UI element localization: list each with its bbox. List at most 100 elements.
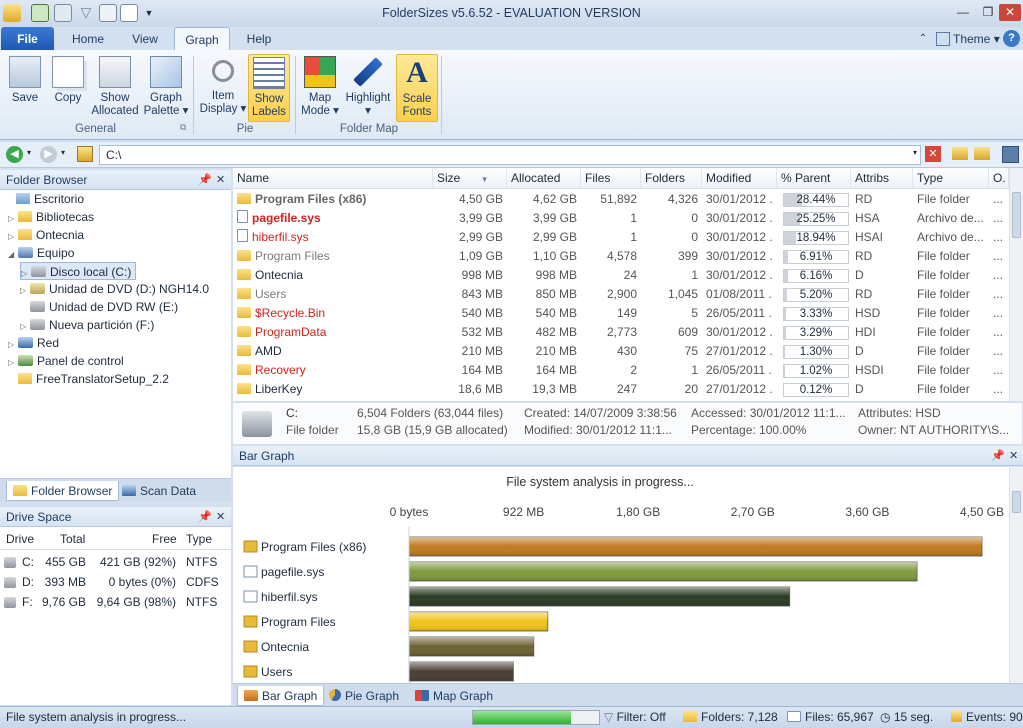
help-icon[interactable]: ?	[1003, 30, 1020, 47]
tab-folder-browser[interactable]: Folder Browser	[6, 481, 120, 501]
folder-icon	[237, 345, 251, 356]
drive-row[interactable]: C: 455 GB 421 GB (92%) NTFS	[0, 553, 231, 571]
drive-free: 9,64 GB (98%)	[96, 595, 176, 609]
col-drive[interactable]: Drive	[6, 530, 34, 548]
show-labels-button[interactable]: Show Labels	[248, 54, 290, 122]
tree-node-red[interactable]: ▷ Red	[8, 334, 59, 352]
drive-row[interactable]: D: 393 MB 0 bytes (0%) CDFS	[0, 573, 231, 591]
col-header-name[interactable]: Name	[233, 168, 433, 189]
events-count[interactable]: Events: 90	[951, 707, 1023, 728]
tab-scan-data[interactable]: Scan Data	[116, 481, 202, 501]
col-header-o[interactable]: O.	[989, 168, 1009, 189]
cell-size: 210 MB	[461, 344, 503, 358]
tree-node-dvd-e[interactable]: Unidad de DVD RW (E:)	[20, 298, 178, 316]
table-row[interactable]: ProgramData 532 MB 482 MB 2,773 609 30/01/201…	[233, 323, 1009, 342]
cell-files: 51,892	[600, 192, 637, 206]
tree-node-freetranslator[interactable]: FreeTranslatorSetup_2.2	[8, 370, 169, 388]
show-allocated-button[interactable]: Show Allocated	[89, 54, 141, 122]
back-icon[interactable]: ◀	[6, 146, 23, 163]
path-dropdown-icon[interactable]: ▾	[913, 148, 917, 157]
theme-menu[interactable]: Theme ▾	[936, 27, 1000, 51]
table-row[interactable]: Recovery 164 MB 164 MB 2 1 26/05/2011 ... 1.02…	[233, 361, 1009, 380]
pin-icon[interactable]: 📌	[198, 507, 212, 527]
table-row[interactable]: Program Files 1,09 GB 1,10 GB 4,578 399 30/01…	[233, 247, 1009, 266]
highlight-button[interactable]: Highlight ▾	[341, 54, 395, 122]
tree-node-equipo[interactable]: ◢ Equipo	[8, 244, 74, 262]
tree-node-panel-de-control[interactable]: ▷ Panel de control	[8, 352, 124, 370]
tab-help[interactable]: Help	[236, 27, 282, 51]
col-total[interactable]: Total	[60, 530, 85, 548]
tree-node-bibliotecas[interactable]: ▷ Bibliotecas	[8, 208, 94, 226]
copy-button[interactable]: Copy	[48, 54, 88, 122]
tab-pie-graph[interactable]: Pie Graph	[323, 686, 405, 706]
table-row[interactable]: $Recycle.Bin 540 MB 540 MB 149 5 26/05/2011 .…	[233, 304, 1009, 323]
open-folder-icon[interactable]	[952, 147, 968, 160]
table-row[interactable]: pagefile.sys 3,99 GB 3,99 GB 1 0 30/01/2012 .…	[233, 209, 1009, 228]
close-pane-icon[interactable]: ✕	[1009, 446, 1018, 466]
item-display-button[interactable]: Item Display ▾	[199, 54, 247, 122]
tree-node-dvd-d[interactable]: ▷ Unidad de DVD (D:) NGH14.0	[20, 280, 209, 298]
list-scrollbar[interactable]	[1009, 168, 1023, 401]
table-row[interactable]: Program Files (x86) 4,50 GB 4,62 GB 51,892 4…	[233, 190, 1009, 209]
col-header-attr[interactable]: Attribs	[851, 168, 913, 189]
col-header-files[interactable]: Files	[581, 168, 641, 189]
scale-fonts-button[interactable]: A Scale Fonts	[396, 54, 438, 122]
minimize-button[interactable]: —	[952, 4, 974, 21]
filter-status[interactable]: ▽ Filter: Off	[604, 707, 666, 728]
tab-map-graph[interactable]: Map Graph	[409, 686, 499, 706]
table-row[interactable]: Users 843 MB 850 MB 2,900 1,045 01/08/2011 ..…	[233, 285, 1009, 304]
console-icon[interactable]	[1002, 146, 1019, 163]
table-row[interactable]: AMD 210 MB 210 MB 430 75 27/01/2012 ... 1.30% D…	[233, 342, 1009, 361]
graph-scrollbar[interactable]	[1009, 467, 1023, 683]
cell-size: 4,50 GB	[458, 192, 503, 206]
tree-node-disco-local-c[interactable]: ▷ Disco local (C:)	[20, 262, 137, 280]
table-row[interactable]: Ontecnia 998 MB 998 MB 24 1 30/01/2012 ... 6.1…	[233, 266, 1009, 285]
cell-folders: 75	[684, 344, 698, 358]
table-row[interactable]: hiberfil.sys 2,99 GB 2,99 GB 1 0 30/01/2012 .…	[233, 228, 1009, 247]
forward-dropdown-icon[interactable]: ▾	[61, 148, 65, 157]
graph-palette-button[interactable]: Graph Palette ▾	[143, 54, 189, 122]
path-input[interactable]: C:\ ▾	[99, 145, 921, 165]
folder-browser-header: Folder Browser 📌 ✕	[0, 170, 231, 190]
up-folder-icon[interactable]	[77, 146, 93, 162]
scroll-thumb[interactable]	[1012, 491, 1021, 513]
map-mode-button[interactable]: Map Mode ▾	[300, 54, 340, 122]
dialog-launcher-icon[interactable]: ⧉	[180, 122, 186, 133]
col-type[interactable]: Type	[186, 530, 212, 548]
forward-icon[interactable]: ▶	[40, 146, 57, 163]
maximize-button[interactable]: ❐	[977, 4, 999, 21]
col-header-pct[interactable]: % Parent	[777, 168, 851, 189]
col-header-folders[interactable]: Folders	[641, 168, 702, 189]
tree-node-ontecnia[interactable]: ▷ Ontecnia	[8, 226, 84, 244]
tab-home[interactable]: Home	[62, 27, 114, 51]
col-header-size[interactable]: Size ▼	[433, 168, 507, 189]
percent-fill	[784, 289, 788, 301]
pin-icon[interactable]: 📌	[991, 446, 1005, 466]
pin-icon[interactable]: 📌	[198, 170, 212, 190]
tab-file[interactable]: File	[1, 27, 54, 51]
back-dropdown-icon[interactable]: ▾	[27, 148, 31, 157]
col-header-type[interactable]: Type	[913, 168, 989, 189]
drive-type: CDFS	[186, 575, 219, 589]
cell-type: File folder	[917, 268, 970, 282]
cancel-scan-icon[interactable]: ✕	[925, 146, 941, 162]
tab-bar-graph[interactable]: Bar Graph	[237, 686, 325, 706]
tree-node-escritorio[interactable]: Escritorio	[6, 190, 84, 208]
percent-value: 28.44%	[796, 194, 836, 206]
save-button[interactable]: Save	[4, 54, 46, 122]
new-folder-icon[interactable]	[974, 147, 990, 160]
collapse-ribbon-icon[interactable]: ⌃	[916, 27, 930, 51]
col-header-mod[interactable]: Modified	[702, 168, 777, 189]
col-header-alloc[interactable]: Allocated	[507, 168, 581, 189]
drive-row[interactable]: F: 9,76 GB 9,64 GB (98%) NTFS	[0, 593, 231, 611]
close-pane-icon[interactable]: ✕	[216, 170, 225, 190]
tab-view[interactable]: View	[120, 27, 170, 51]
close-button[interactable]: ✕	[999, 4, 1021, 21]
scroll-thumb[interactable]	[1012, 192, 1021, 238]
tab-graph[interactable]: Graph	[174, 27, 230, 51]
drive-icon	[242, 411, 272, 437]
tree-node-nueva-particion[interactable]: ▷ Nueva partición (F:)	[20, 316, 154, 334]
col-free[interactable]: Free	[152, 530, 177, 548]
close-pane-icon[interactable]: ✕	[216, 507, 225, 527]
table-row[interactable]: LiberKey 18,6 MB 19,3 MB 247 20 27/01/2012 ..…	[233, 380, 1009, 399]
